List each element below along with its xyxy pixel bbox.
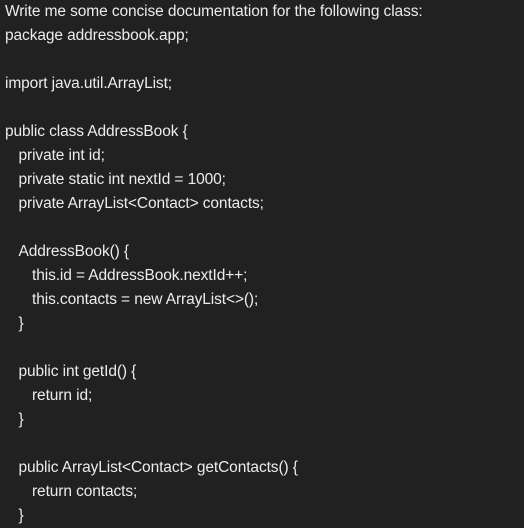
message-line: }	[18, 507, 24, 524]
message-line: }	[18, 315, 24, 332]
message-line: return contacts;	[32, 483, 138, 500]
user-message: Write me some concise documentation for …	[5, 0, 520, 528]
message-line: }	[18, 411, 24, 428]
message-line: return id;	[32, 387, 93, 404]
message-line: package addressbook.app;	[5, 27, 189, 44]
message-line: this.id = AddressBook.nextId++;	[32, 267, 248, 284]
message-line	[5, 96, 520, 120]
message-line	[5, 216, 520, 240]
message-line	[5, 336, 520, 360]
message-line: public int getId() {	[18, 363, 137, 380]
message-line: private ArrayList<Contact> contacts;	[18, 195, 264, 212]
message-line: private int id;	[18, 147, 105, 164]
message-line: public ArrayList<Contact> getContacts() …	[18, 459, 298, 476]
message-line: AddressBook() {	[18, 243, 130, 260]
message-line	[5, 432, 520, 456]
message-line: Write me some concise documentation for …	[5, 3, 423, 20]
message-line: this.contacts = new ArrayList<>();	[32, 291, 259, 308]
message-line: public class AddressBook {	[5, 123, 188, 140]
message-line: import java.util.ArrayList;	[5, 75, 172, 92]
message-line	[5, 48, 520, 72]
message-line: private static int nextId = 1000;	[18, 171, 226, 188]
